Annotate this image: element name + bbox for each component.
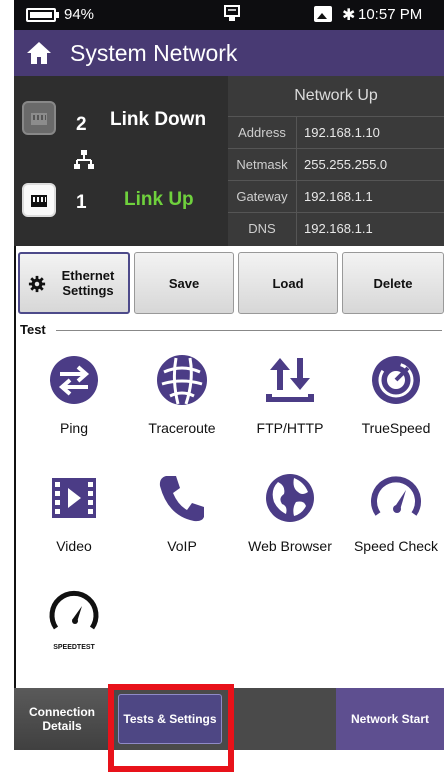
clock: 10:57 PM: [358, 6, 423, 23]
ethernet-settings-button[interactable]: Ethernet Settings: [18, 252, 130, 314]
home-icon[interactable]: [26, 40, 52, 66]
test-tile-web-browser[interactable]: Web Browser: [236, 472, 344, 582]
network-status-header: Network Up: [294, 87, 378, 104]
section-divider: [56, 330, 442, 331]
table-row: Address 192.168.1.10: [228, 116, 444, 149]
row-key: Gateway: [228, 181, 297, 213]
tile-label: VoIP: [167, 538, 197, 554]
truespeed-icon: [372, 356, 420, 404]
network-panel: 2 Link Down 1 Link Up Network Up Address…: [14, 76, 444, 246]
globe-icon: [266, 474, 314, 522]
tile-label: TrueSpeed: [361, 420, 431, 436]
tile-label: Video: [56, 538, 92, 554]
gear-icon: [28, 275, 46, 293]
test-tile-video[interactable]: Video: [20, 472, 128, 582]
connection-details-button[interactable]: Connection Details: [14, 688, 111, 750]
ethernet-port-icon: [22, 183, 56, 217]
network-info-table: Network Up Address 192.168.1.10 Netmask …: [228, 76, 444, 246]
test-tile-voip[interactable]: VoIP: [128, 472, 236, 582]
tile-label: Web Browser: [248, 538, 332, 554]
tile-label: Speed Check: [353, 538, 439, 554]
section-title: Test: [20, 322, 46, 337]
title-bar: System Network: [14, 30, 444, 76]
row-key: Netmask: [228, 149, 297, 181]
image-icon: [314, 6, 332, 22]
load-button[interactable]: Load: [238, 252, 338, 314]
status-bar: 94% ✱ 10:57 PM: [14, 0, 444, 30]
delete-button[interactable]: Delete: [342, 252, 444, 314]
port-number: 2: [76, 114, 87, 135]
table-row: Gateway 192.168.1.1: [228, 180, 444, 213]
network-start-button[interactable]: Network Start: [336, 688, 444, 750]
save-button[interactable]: Save: [134, 252, 234, 314]
button-label: Ethernet Settings: [61, 268, 115, 298]
test-tile-truespeed[interactable]: TrueSpeed: [342, 354, 446, 464]
ping-icon: [50, 356, 98, 404]
tile-label: FTP/HTTP: [256, 420, 324, 436]
link-state: Link Up: [124, 189, 194, 210]
table-row: DNS 192.168.1.1: [228, 212, 444, 245]
link-state: Link Down: [110, 109, 207, 130]
test-tile-traceroute[interactable]: Traceroute: [128, 354, 236, 464]
usb-icon: [224, 5, 240, 21]
battery-percent: 94%: [64, 6, 95, 23]
row-key: DNS: [228, 213, 297, 245]
port-number: 1: [76, 192, 87, 213]
test-tile-speedtest[interactable]: SPEEDTEST: [20, 586, 128, 696]
main-content: Ethernet Settings Save Load Delete Test …: [14, 246, 446, 688]
tile-label: SPEEDTEST: [53, 644, 95, 651]
phone-icon: [159, 476, 204, 522]
test-tile-ping[interactable]: Ping: [20, 354, 128, 464]
speedometer-icon: [371, 476, 421, 516]
ethernet-port-icon: [22, 101, 56, 135]
test-tile-speed-check[interactable]: Speed Check: [342, 472, 446, 582]
row-value: 192.168.1.10: [304, 125, 380, 140]
row-value: 255.255.255.0: [304, 157, 388, 172]
table-row: Netmask 255.255.255.0: [228, 148, 444, 181]
row-value: 192.168.1.1: [304, 189, 373, 204]
test-tile-ftp-http[interactable]: FTP/HTTP: [236, 354, 344, 464]
video-icon: [52, 478, 96, 518]
page-title: System Network: [70, 40, 238, 66]
highlight-box: [108, 684, 234, 772]
speedtest-icon: [49, 590, 99, 630]
network-topology-icon: [74, 150, 94, 169]
battery-icon: [26, 8, 59, 22]
tile-label: Traceroute: [148, 420, 216, 436]
row-value: 192.168.1.1: [304, 221, 373, 236]
row-key: Address: [228, 117, 297, 149]
bluetooth-icon: ✱: [342, 7, 356, 24]
ftp-http-icon: [266, 358, 314, 402]
tile-label: Ping: [59, 420, 89, 436]
traceroute-icon: [157, 355, 207, 405]
